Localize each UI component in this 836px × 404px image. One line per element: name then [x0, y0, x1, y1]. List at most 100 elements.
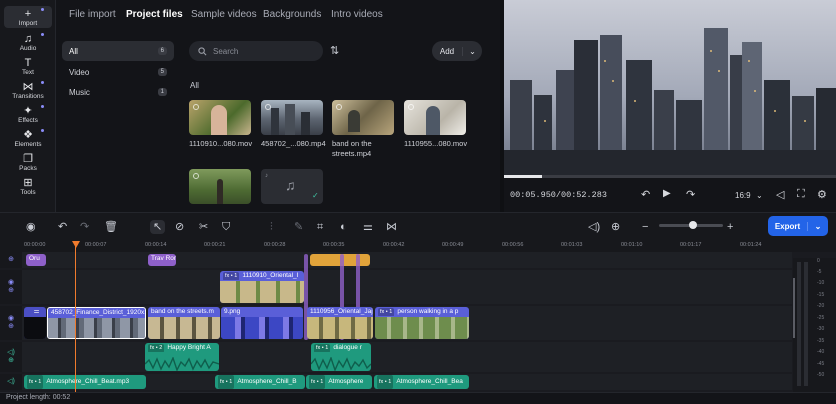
media-thumb-music[interactable]: ♫ ✓ ♪ [261, 169, 323, 204]
effects-button[interactable]: ✦ Effects [4, 103, 52, 125]
record-icon[interactable]: ◉ [26, 220, 36, 234]
clip-thumbnails [375, 317, 469, 339]
tools-button[interactable]: ⊞ Tools [4, 175, 52, 197]
link-icon[interactable]: ⊕ [8, 256, 14, 264]
text-track-header[interactable]: ⊕ [0, 252, 22, 268]
audio-clip[interactable]: fx • 2 Happy Bright A [145, 343, 219, 371]
music-clip[interactable]: fx • 1 Atmosphere [306, 375, 372, 389]
music-clip[interactable]: fx • 1 Atmosphere_Chill_B [215, 375, 305, 389]
import-button[interactable]: + Import [4, 6, 52, 28]
snap-icon[interactable]: ⊕ [611, 220, 620, 234]
search-icon [198, 46, 207, 55]
clip-label: 1110956_Oriental_Jaj [310, 308, 373, 315]
chevron-down-icon[interactable]: ⌄ [808, 222, 828, 231]
video-clip[interactable]: fx • 1 1110910_Oriental_I [220, 271, 304, 303]
zoom-in-icon[interactable]: + [727, 220, 733, 234]
text-button[interactable]: T Text [4, 55, 52, 77]
speaker-icon[interactable]: ◁) [7, 378, 15, 386]
media-thumb[interactable] [261, 100, 323, 135]
media-item-label: 458702_...080.mp4 [261, 139, 326, 148]
video-clip-selected[interactable]: 458702_Finance_District_1920x1 [47, 307, 146, 339]
eye-icon[interactable]: ◉ [8, 279, 14, 287]
export-button[interactable]: Export ⌄ [768, 216, 828, 236]
video-clip[interactable]: 9.png [221, 307, 303, 339]
music-clip[interactable]: fx • 1 Atmosphere_Chill_Beat.mp3 [24, 375, 146, 389]
add-button-label: Add [432, 46, 463, 56]
audio-clip[interactable]: fx • 1 dialogue r [311, 343, 371, 371]
trash-icon[interactable]: 🗑︎ [104, 220, 118, 234]
undo-icon[interactable]: ↶ [58, 220, 67, 234]
video-clip[interactable]: 1110956_Oriental_Jaj [307, 307, 373, 339]
link-icon[interactable]: ⊕ [8, 287, 14, 295]
search-input[interactable] [213, 46, 313, 56]
media-thumb[interactable] [404, 100, 466, 135]
text-clip[interactable]: Oru [26, 254, 46, 266]
text-clip[interactable]: Trav Rom [148, 254, 176, 266]
transitions-button[interactable]: ⋈ Transitions [4, 79, 52, 101]
chevron-down-icon[interactable]: ⌄ [463, 47, 482, 56]
tab-intro-videos[interactable]: Intro videos [331, 9, 383, 20]
transition-icon[interactable]: ⋈ [386, 220, 397, 234]
crop-icon[interactable]: ⌗ [317, 220, 323, 234]
tab-backgrounds[interactable]: Backgrounds [263, 9, 321, 20]
overlay-track-header[interactable]: ◉ ⊕ [0, 270, 22, 304]
video-clip[interactable]: fx • 1 person walking in a p [375, 307, 469, 339]
clip-thumbnails [307, 317, 373, 339]
tab-project-files[interactable]: Project files [126, 9, 183, 20]
music-note-icon: ♫ [23, 32, 33, 45]
media-thumb[interactable] [189, 100, 251, 135]
music-track-header[interactable]: ◁) [0, 374, 22, 390]
category-video[interactable]: Video 5 [62, 62, 174, 82]
audio-button[interactable]: ♫ Audio [4, 31, 52, 53]
eye-icon[interactable]: ◉ [8, 315, 14, 323]
packs-button[interactable]: ❐ Packs [4, 151, 52, 173]
playhead[interactable] [75, 243, 76, 392]
volume-icon[interactable]: ◁ [776, 188, 784, 201]
clip-thumbnails [48, 318, 145, 338]
zoom-out-icon[interactable]: − [642, 220, 648, 234]
time-ruler[interactable]: 00:00:00 00:00:07 00:00:14 00:00:21 00:0… [0, 240, 836, 252]
media-thumb[interactable] [189, 169, 251, 204]
audio-track-header[interactable]: ◁) ⊕ [0, 342, 22, 372]
video-preview[interactable] [504, 0, 836, 175]
video-track-header[interactable]: ◉ ⊕ [0, 306, 22, 340]
scissors-icon[interactable]: ✂ [199, 220, 208, 234]
playhead-handle[interactable] [72, 241, 80, 248]
zoom-slider-handle[interactable] [689, 221, 697, 229]
step-forward-icon[interactable]: ↷ [686, 188, 695, 201]
video-clip[interactable]: ⚌ [24, 307, 46, 339]
timeline-scrollbar[interactable] [793, 278, 795, 338]
link-icon[interactable]: ⊕ [8, 357, 14, 365]
music-clip[interactable]: fx • 1 Atmosphere_Chill_Bea [374, 375, 469, 389]
sort-icon[interactable]: ⇅ [330, 44, 339, 57]
preview-scrubber[interactable] [504, 175, 836, 178]
pointer-icon[interactable]: ↖ [150, 220, 166, 234]
tab-file-import[interactable]: File import [69, 9, 116, 20]
audio-detach-icon[interactable]: ◁) [588, 220, 600, 234]
tab-sample-videos[interactable]: Sample videos [191, 9, 257, 20]
edit-icon[interactable]: ✎ [294, 220, 303, 234]
search-box[interactable] [189, 41, 323, 61]
category-all[interactable]: All 6 [62, 41, 174, 61]
adjust-icon[interactable]: ⚌ [363, 220, 373, 234]
link-icon[interactable]: ⊕ [8, 323, 14, 331]
play-icon[interactable]: ▶ [663, 188, 671, 199]
media-thumb[interactable] [332, 100, 394, 135]
redo-icon[interactable]: ↷ [80, 220, 89, 234]
category-music[interactable]: Music 1 [62, 82, 174, 102]
add-button[interactable]: Add ⌄ [432, 41, 482, 61]
gear-icon[interactable]: ⚙ [817, 188, 827, 201]
waveform-icon[interactable]: ⫶ [270, 220, 273, 234]
step-back-icon[interactable]: ↶ [641, 188, 650, 201]
fullscreen-icon[interactable]: ⛶ [797, 188, 805, 201]
fx-badge: fx • 2 [148, 344, 165, 352]
elements-button[interactable]: ❖ Elements [4, 127, 52, 149]
speed-icon[interactable]: ◐ [340, 220, 347, 234]
aspect-ratio-select[interactable]: 16:9 [735, 191, 751, 200]
chevron-down-icon[interactable]: ⌄ [756, 191, 763, 200]
ripple-icon[interactable]: ⊘ [175, 220, 184, 234]
fx-badge: fx • 1 [377, 375, 394, 389]
video-clip[interactable]: band on the streets.m [148, 307, 220, 339]
speaker-icon[interactable]: ◁) [7, 349, 15, 357]
marker-icon[interactable]: ⛉ [222, 220, 230, 234]
